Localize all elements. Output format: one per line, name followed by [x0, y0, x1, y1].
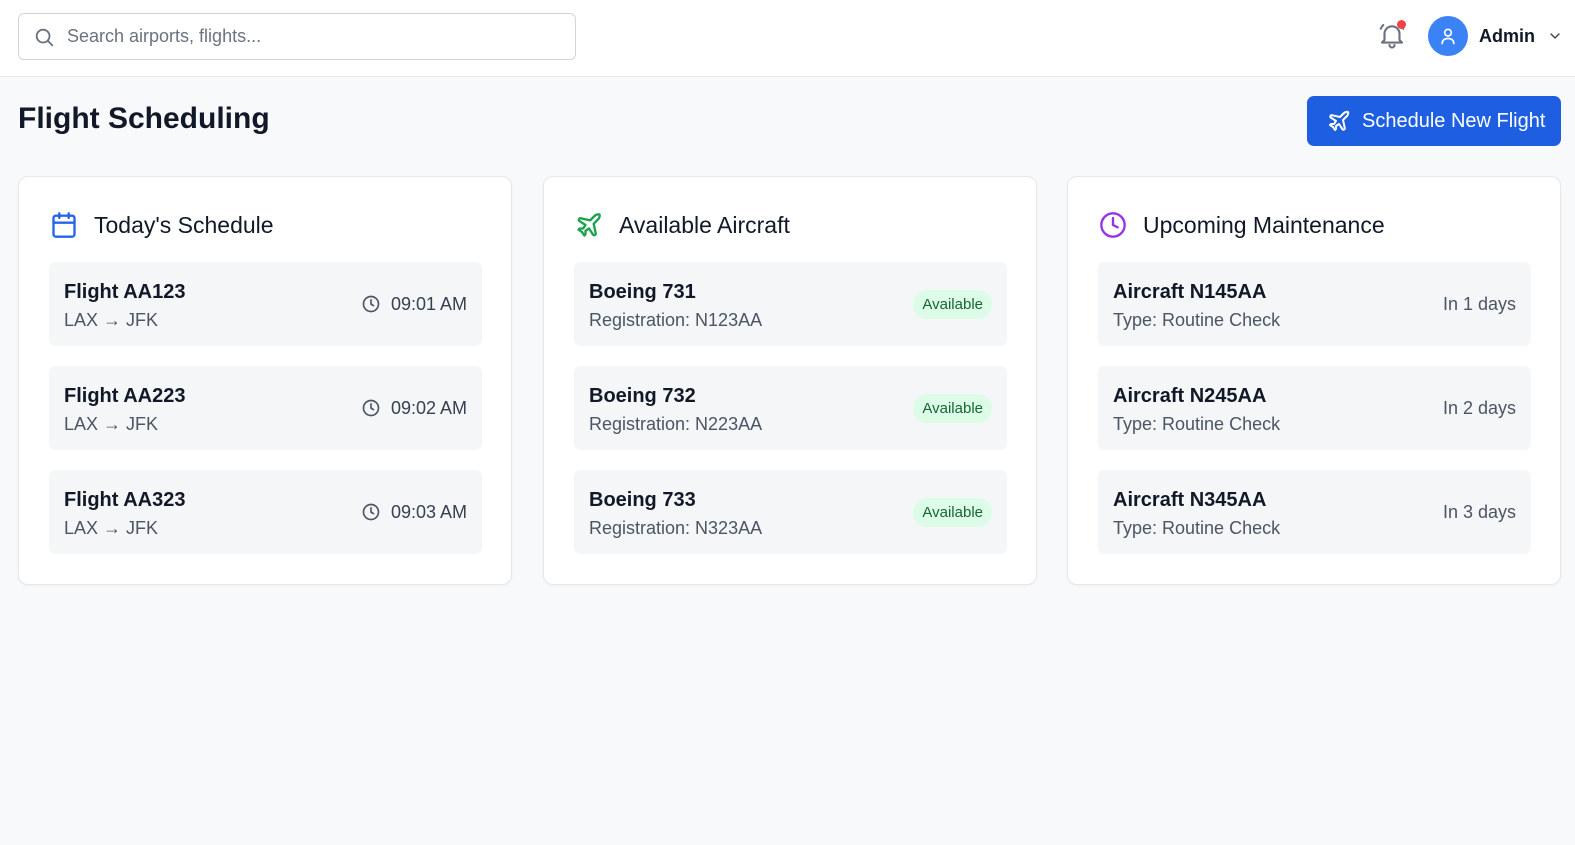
maintenance-item[interactable]: Aircraft N145AA Type: Routine Check In 1…	[1098, 262, 1531, 346]
flight-time-label: 09:01 AM	[390, 293, 467, 314]
card-header: Available Aircraft	[575, 210, 790, 240]
maintenance-aircraft: Aircraft N245AA	[1113, 385, 1267, 407]
aircraft-item[interactable]: Boeing 733 Registration: N323AA Availabl…	[574, 470, 1007, 554]
plane-icon	[577, 213, 601, 237]
notification-dot	[1397, 20, 1406, 29]
maintenance-type: Type: Routine Check	[1113, 518, 1281, 538]
flight-time: 09:02 AM	[361, 396, 467, 420]
maintenance-item[interactable]: Aircraft N245AA Type: Routine Check In 2…	[1098, 366, 1531, 450]
maintenance-aircraft: Aircraft N145AA	[1113, 281, 1267, 303]
schedule-item[interactable]: Flight AA223 LAX → JFK 09:02 AM	[49, 366, 482, 450]
status-badge: Available	[913, 290, 992, 319]
flight-time-label: 09:03 AM	[390, 501, 467, 522]
notifications-button[interactable]	[1377, 20, 1407, 50]
user-name: Admin	[1479, 25, 1535, 46]
maintenance-aircraft: Aircraft N345AA	[1113, 489, 1267, 511]
clock-icon	[362, 503, 380, 521]
schedule-item[interactable]: Flight AA323 LAX → JFK 09:03 AM	[49, 470, 482, 554]
flight-route: LAX → JFK	[64, 310, 159, 330]
clock-icon	[362, 295, 380, 313]
maintenance-type: Type: Routine Check	[1113, 414, 1281, 434]
upcoming-maintenance-card: Upcoming Maintenance Aircraft N145AA Typ…	[1067, 176, 1561, 585]
card-header: Upcoming Maintenance	[1099, 210, 1385, 240]
chevron-down-icon	[1550, 33, 1560, 39]
maintenance-due: In 2 days	[1442, 398, 1516, 418]
card-header: Today's Schedule	[50, 210, 274, 240]
flight-number: Flight AA123	[64, 281, 186, 303]
user-menu[interactable]: Admin	[1428, 15, 1563, 57]
status-badge: Available	[913, 394, 992, 423]
flight-time-label: 09:02 AM	[390, 397, 467, 418]
available-aircraft-card: Available Aircraft Boeing 731 Registrati…	[543, 176, 1037, 585]
search-input[interactable]	[67, 14, 567, 59]
maintenance-due: In 1 days	[1442, 294, 1516, 314]
card-title: Available Aircraft	[619, 211, 790, 238]
flight-route: LAX → JFK	[64, 518, 159, 538]
search-box[interactable]	[18, 13, 576, 60]
maintenance-item[interactable]: Aircraft N345AA Type: Routine Check In 3…	[1098, 470, 1531, 554]
schedule-new-flight-label: Schedule New Flight	[1362, 109, 1546, 132]
calendar-icon	[52, 212, 76, 238]
aircraft-item[interactable]: Boeing 732 Registration: N223AA Availabl…	[574, 366, 1007, 450]
schedule-item[interactable]: Flight AA123 LAX → JFK 09:01 AM	[49, 262, 482, 346]
clock-icon	[362, 399, 380, 417]
plane-icon	[1329, 110, 1350, 131]
aircraft-model: Boeing 733	[589, 489, 696, 511]
schedule-new-flight-button[interactable]: Schedule New Flight	[1307, 96, 1561, 146]
user-icon	[1441, 28, 1455, 45]
clock-icon	[1100, 212, 1126, 238]
status-badge: Available	[913, 498, 992, 527]
flight-route: LAX → JFK	[64, 414, 159, 434]
aircraft-registration: Registration: N223AA	[589, 414, 763, 434]
flight-number: Flight AA223	[64, 385, 186, 407]
card-title: Today's Schedule	[94, 211, 274, 238]
aircraft-model: Boeing 732	[589, 385, 696, 407]
top-bar: Admin	[0, 0, 1575, 77]
avatar	[1428, 16, 1468, 56]
todays-schedule-card: Today's Schedule Flight AA123 LAX → JFK …	[18, 176, 512, 585]
aircraft-item[interactable]: Boeing 731 Registration: N123AA Availabl…	[574, 262, 1007, 346]
flight-number: Flight AA323	[64, 489, 186, 511]
flight-time: 09:01 AM	[361, 292, 467, 316]
aircraft-registration: Registration: N323AA	[589, 518, 763, 538]
card-title: Upcoming Maintenance	[1143, 211, 1385, 238]
maintenance-type: Type: Routine Check	[1113, 310, 1281, 330]
aircraft-registration: Registration: N123AA	[589, 310, 763, 330]
page-title: Flight Scheduling	[18, 102, 270, 135]
aircraft-model: Boeing 731	[589, 281, 696, 303]
flight-time: 09:03 AM	[361, 500, 467, 524]
maintenance-due: In 3 days	[1442, 502, 1516, 522]
search-icon	[35, 28, 54, 47]
